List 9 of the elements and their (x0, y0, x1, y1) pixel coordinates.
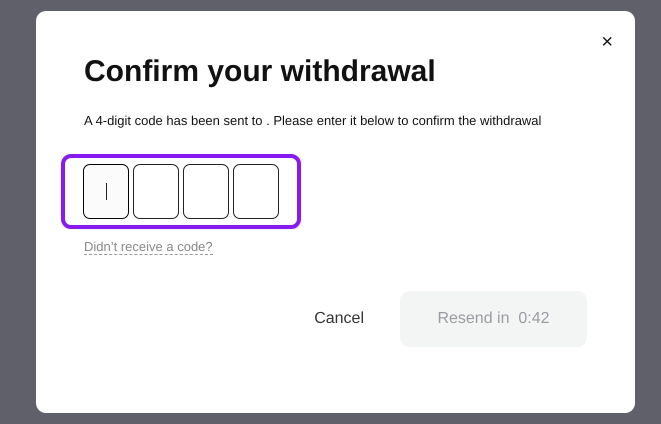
resend-help-link[interactable]: Didn’t receive a code? (84, 239, 213, 255)
digit-field[interactable] (183, 164, 229, 219)
digit-field[interactable] (133, 164, 179, 219)
cancel-button[interactable]: Cancel (314, 302, 364, 336)
description-text: A 4-digit code has been sent to . Please enter it below to confirm the withdrawal (84, 113, 542, 128)
dialog-title: Confirm your withdrawal (84, 55, 437, 89)
digit-field[interactable] (233, 164, 279, 219)
close-button[interactable]: × (597, 31, 617, 54)
digit-field[interactable] (83, 164, 129, 219)
